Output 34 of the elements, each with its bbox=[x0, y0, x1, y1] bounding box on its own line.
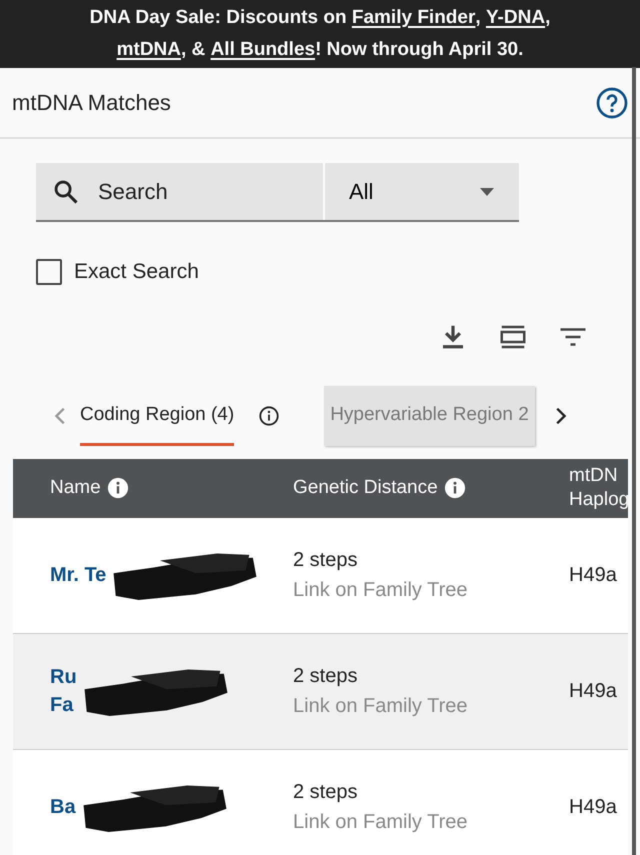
match-name-link[interactable]: Ru bbox=[50, 663, 77, 691]
banner-link[interactable]: Family Finder bbox=[352, 5, 476, 31]
family-tree-link[interactable]: Link on Family Tree bbox=[293, 807, 569, 837]
haplogroup-text: H49a bbox=[569, 563, 618, 588]
table-row[interactable]: Ru Fa 2 steps Link on Family Tree H49a bbox=[13, 634, 628, 750]
banner-text: DNA Day Sale: Discounts on Family Finder, Y-DNA, bbox=[0, 2, 640, 34]
column-header: Name bbox=[50, 476, 101, 500]
distance-text: 2 steps bbox=[293, 548, 358, 573]
match-name-link[interactable]: Fa bbox=[50, 691, 74, 719]
distance-text: 2 steps bbox=[293, 664, 358, 689]
column-header: mtDN Haplog bbox=[569, 464, 628, 512]
caret-icon bbox=[479, 186, 495, 196]
family-tree-link[interactable]: Link on Family Tree bbox=[293, 575, 569, 605]
distance-text: 2 steps bbox=[293, 780, 358, 805]
tab[interactable]: Coding Region (4) bbox=[80, 386, 234, 446]
search-field[interactable]: Search bbox=[96, 174, 296, 209]
banner-link[interactable]: Y-DNA bbox=[486, 5, 546, 31]
checkbox[interactable] bbox=[36, 258, 62, 285]
column-header: Genetic Distance bbox=[293, 476, 438, 500]
checkbox-label: Exact Search bbox=[74, 259, 199, 285]
search-icon bbox=[52, 178, 80, 206]
banner-text: mtDNA, & All Bundles! Now through April 30. bbox=[0, 34, 640, 66]
haplogroup-text: H49a bbox=[569, 795, 618, 820]
banner-link[interactable]: All Bundles bbox=[210, 37, 316, 63]
match-name-link[interactable]: Ba bbox=[50, 793, 76, 821]
table-row[interactable]: Mr. Te 2 steps Link on Family Tree H49a bbox=[13, 518, 628, 634]
filter-dropdown[interactable]: All bbox=[325, 163, 519, 220]
haplogroup-text: H49a bbox=[569, 679, 618, 704]
banner-link[interactable]: mtDNA bbox=[116, 37, 181, 63]
match-name-link[interactable]: Mr. Te bbox=[50, 561, 106, 589]
scrollbar[interactable] bbox=[632, 67, 636, 855]
table-row[interactable]: Ba 2 steps Link on Family Tree H49a bbox=[13, 750, 628, 855]
page-title: mtDNA Matches bbox=[12, 89, 171, 117]
help-icon[interactable] bbox=[596, 86, 628, 118]
